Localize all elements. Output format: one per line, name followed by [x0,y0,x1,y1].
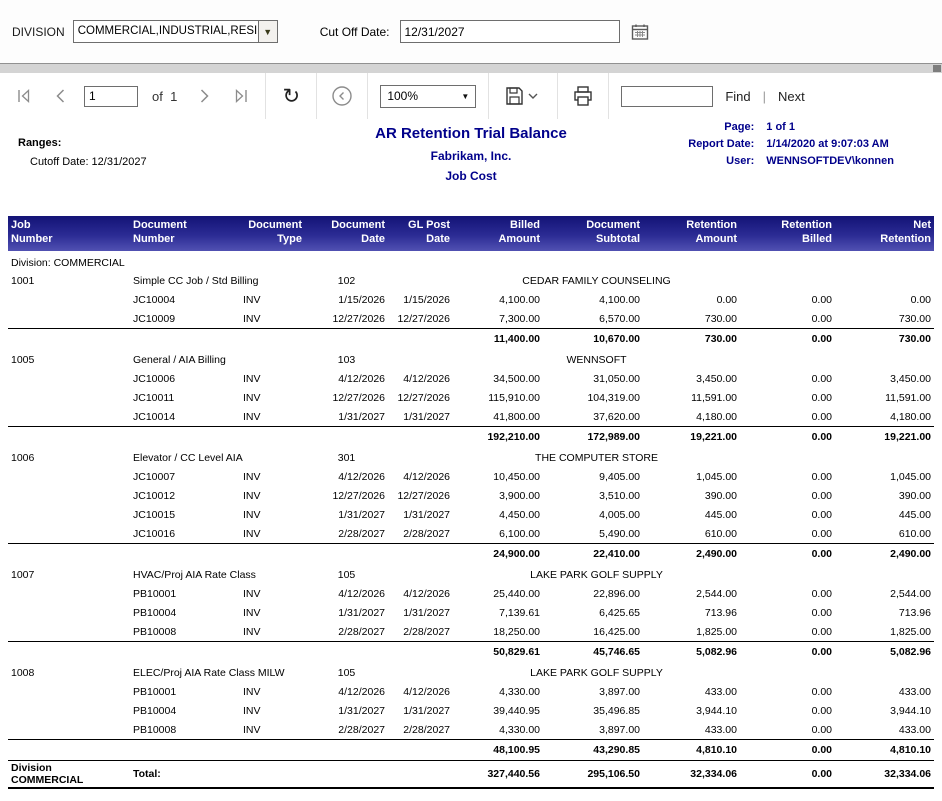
page-number-input[interactable] [84,86,138,107]
detail-row: JC10012INV12/27/202612/27/20263,900.003,… [8,487,934,506]
module-name: Job Cost [0,169,942,183]
report-toolbar: of 1 ↻ 100% ▼ [0,73,942,119]
printer-icon[interactable] [570,83,596,109]
chevron-down-icon[interactable]: ▼ [258,21,277,42]
zoom-select[interactable]: 100% ▼ [380,85,476,108]
next-page-button[interactable] [191,83,217,109]
export-group [489,73,558,119]
detail-row: JC10014INV1/31/20271/31/202741,800.0037,… [8,408,934,427]
column-header: DocumentSubtotal [543,216,643,251]
detail-row: PB10008INV2/28/20272/28/202718,250.0016,… [8,623,934,642]
column-header: DocumentType [240,216,305,251]
refresh-group: ↻ [266,73,317,119]
save-export-icon[interactable] [501,83,545,109]
column-header: RetentionAmount [643,216,740,251]
page-label: Page: [688,121,754,133]
detail-row: JC10006INV4/12/20264/12/202634,500.0031,… [8,370,934,389]
of-label: of 1 [148,89,181,104]
division-label: DIVISION [12,25,65,39]
refresh-icon[interactable]: ↻ [278,83,304,109]
column-header: DocumentNumber [130,216,240,251]
subtotal-row: 192,210.00172,989.0019,221.000.0019,221.… [8,427,934,448]
report-date-value: 1/14/2020 at 9:07:03 AM [766,138,894,150]
division-dropdown[interactable]: COMMERCIAL,INDUSTRIAL,RESID ▼ [73,20,278,43]
column-header: NetRetention [835,216,934,251]
detail-row: JC10016INV2/28/20272/28/20276,100.005,49… [8,525,934,544]
detail-row: PB10008INV2/28/20272/28/20274,330.003,89… [8,721,934,740]
calendar-icon[interactable] [630,22,650,42]
splitter-handle[interactable] [933,65,941,72]
zoom-value: 100% [387,89,418,103]
report-viewer: Ranges: Cutoff Date: 12/31/2027 AR Reten… [0,119,942,789]
report-table: JobNumberDocumentNumberDocumentTypeDocum… [8,216,934,789]
detail-row: PB10004INV1/31/20271/31/20277,139.616,42… [8,604,934,623]
find-input[interactable] [621,86,713,107]
find-separator: | [763,89,766,104]
page-nav-group: of 1 [0,73,266,119]
detail-row: PB10001INV4/12/20264/12/20264,330.003,89… [8,683,934,702]
subtotal-row: 24,900.0022,410.002,490.000.002,490.00 [8,544,934,565]
last-page-button[interactable] [227,83,253,109]
column-header: JobNumber [8,216,130,251]
previous-page-button[interactable] [48,83,74,109]
back-icon[interactable] [329,83,355,109]
parameter-bar: DIVISION COMMERCIAL,INDUSTRIAL,RESID ▼ C… [0,0,942,64]
job-header-row: 1008ELEC/Proj AIA Rate Class MILW105LAKE… [8,663,934,683]
find-next-button[interactable]: Next [776,89,807,104]
first-page-button[interactable] [12,83,38,109]
division-row: Division: COMMERCIAL [8,251,934,271]
report-date-label: Report Date: [688,138,754,150]
back-group [317,73,368,119]
find-button[interactable]: Find [723,89,752,104]
report-header: Ranges: Cutoff Date: 12/31/2027 AR Reten… [0,119,942,216]
zoom-group: 100% ▼ [368,73,489,119]
user-label: User: [688,155,754,167]
division-dropdown-value: COMMERCIAL,INDUSTRIAL,RESID [74,21,258,42]
cutoff-date-input[interactable] [400,20,620,43]
splitter-bar[interactable] [0,64,942,73]
cutoff-date-label: Cut Off Date: [320,25,390,39]
detail-row: JC10009INV12/27/202612/27/20267,300.006,… [8,310,934,329]
report-table-body: Division: COMMERCIAL1001Simple CC Job / … [8,251,934,789]
column-header: BilledAmount [453,216,543,251]
detail-row: JC10007INV4/12/20264/12/202610,450.009,4… [8,468,934,487]
subtotal-row: 50,829.6145,746.655,082.960.005,082.96 [8,642,934,663]
user-value: WENNSOFTDEV\konnen [766,155,894,167]
detail-row: JC10015INV1/31/20271/31/20274,450.004,00… [8,506,934,525]
column-header: GL PostDate [388,216,453,251]
job-header-row: 1007HVAC/Proj AIA Rate Class105LAKE PARK… [8,565,934,585]
job-header-row: 1005General / AIA Billing103WENNSOFT [8,350,934,370]
column-header: DocumentDate [305,216,388,251]
subtotal-row: 48,100.9543,290.854,810.100.004,810.10 [8,740,934,761]
page-value: 1 of 1 [766,121,894,133]
detail-row: PB10001INV4/12/20264/12/202625,440.0022,… [8,585,934,604]
detail-row: PB10004INV1/31/20271/31/202739,440.9535,… [8,702,934,721]
detail-row: JC10004INV1/15/20261/15/20264,100.004,10… [8,291,934,310]
job-header-row: 1001Simple CC Job / Std Billing102CEDAR … [8,271,934,291]
print-group [558,73,609,119]
total-pages: 1 [170,89,177,104]
zoom-dropdown-arrow-icon: ▼ [461,92,469,101]
report-meta: Page: 1 of 1 Report Date: 1/14/2020 at 9… [688,121,894,167]
division-total-row: Division COMMERCIALTotal:327,440.56295,1… [8,761,934,789]
report-table-head: JobNumberDocumentNumberDocumentTypeDocum… [8,216,934,251]
detail-row: JC10011INV12/27/202612/27/2026115,910.00… [8,389,934,408]
job-header-row: 1006Elevator / CC Level AIA301THE COMPUT… [8,448,934,468]
find-group: Find | Next [609,73,818,119]
column-header: RetentionBilled [740,216,835,251]
subtotal-row: 11,400.0010,670.00730.000.00730.00 [8,329,934,350]
